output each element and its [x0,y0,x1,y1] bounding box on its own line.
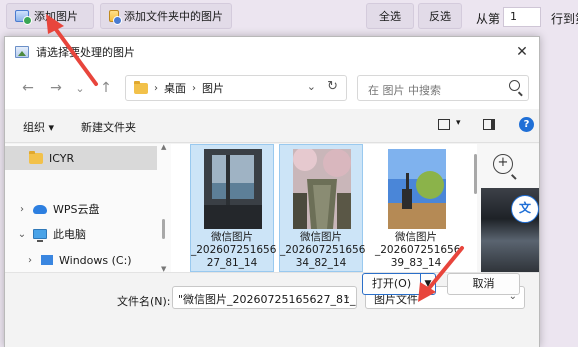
open-button-label[interactable]: 打开(O) [363,274,421,294]
filename-value: "微信图片_20260725165627_81_14 [178,293,357,306]
preview-pane-icon[interactable] [483,119,495,130]
to-row-label: 行到第 [551,12,578,26]
nav-pane-scrollbar[interactable]: ▲ ▼ [161,143,166,273]
nav-item-label: 此电脑 [53,228,86,241]
invert-selection-button[interactable]: 反选 [418,3,462,29]
computer-icon [33,229,47,242]
add-folder-label: 添加文件夹中的图片 [124,10,223,23]
nav-item-label: ICYR [49,151,75,165]
folder-icon [134,80,148,94]
from-row-label: 从第 [476,12,501,26]
file-list: 微信图片 _202607251656 27_81_14 微信图片 _202607… [171,144,477,272]
image-thumbnail [293,149,351,229]
translate-icon[interactable]: 文 [511,195,539,223]
search-placeholder: 在 图片 中搜索 [368,84,441,97]
filename-label: 文件名(N): [117,295,171,308]
address-dropdown-icon[interactable]: ⌄ [307,80,316,93]
file-tile[interactable]: 微信图片 _202607251656 27_81_14 [190,144,277,272]
help-icon[interactable]: ? [519,117,534,132]
file-name: 微信图片 _202607251656 39_83_14 [375,231,461,269]
address-bar[interactable]: › 桌面 › 图片 ⌄ ↻ [125,75,347,101]
image-thumbnail [204,149,262,229]
app-toolbar: 添加图片 添加文件夹中的图片 全选 反选 从第 1 行到第 [0,0,578,36]
zoom-in-icon[interactable]: + [493,154,513,174]
nav-item-label: Windows (C:) [59,253,132,267]
search-input[interactable]: 在 图片 中搜索 [357,75,529,101]
nav-item-wps-cloud[interactable]: › WPS云盘 [5,197,157,221]
recent-chevron-icon[interactable]: ⌄ [69,77,91,99]
command-bar: 组织 ▾ 新建文件夹 ▾ ? [5,109,539,143]
add-folder-icon [109,10,122,25]
organize-menu[interactable]: 组织 ▾ [23,119,54,135]
file-name: 微信图片 _202607251656 27_81_14 [191,231,277,269]
file-tile[interactable]: 微信图片 _202607251656 39_83_14 [374,144,461,272]
add-folder-images-button[interactable]: 添加文件夹中的图片 [100,3,232,29]
view-dropdown-icon[interactable]: ▾ [456,118,461,128]
collapse-chevron-icon[interactable]: ⌄ [17,229,27,240]
file-tile[interactable]: 微信图片 _202607251656 34_82_14 [279,144,366,272]
open-button[interactable]: 打开(O) ▼ [362,273,436,295]
open-dropdown-icon[interactable]: ▼ [421,274,435,294]
breadcrumb-desktop[interactable]: 桌面 [164,80,186,96]
back-arrow-icon[interactable]: ← [17,77,39,99]
up-arrow-icon[interactable]: ↑ [95,77,117,99]
breadcrumb-separator-icon: › [154,82,158,94]
select-all-button[interactable]: 全选 [366,3,414,29]
nav-item-icyr[interactable]: ICYR [5,146,157,170]
filename-input[interactable]: "微信图片_20260725165627_81_14 ⌄ [172,286,357,309]
close-button[interactable]: ✕ [505,37,539,67]
view-mode-icon[interactable] [438,119,450,130]
nav-item-label: WPS云盘 [53,203,100,216]
forward-arrow-icon[interactable]: → [45,77,67,99]
expand-chevron-icon[interactable]: › [25,255,35,266]
nav-item-this-pc[interactable]: ⌄ 此电脑 [5,222,157,246]
search-icon [509,80,520,91]
dialog-title: 请选择要处理的图片 [36,46,135,59]
file-name: 微信图片 _202607251656 34_82_14 [280,231,366,269]
navigation-pane: ICYR › WPS云盘 ⌄ 此电脑 › Windows (C:) [5,144,171,272]
add-images-label: 添加图片 [34,10,78,23]
filename-dropdown-icon[interactable]: ⌄ [343,291,351,302]
open-file-dialog: 请选择要处理的图片 ✕ ← → ⌄ ↑ › 桌面 › 图片 ⌄ ↻ 在 图片 中… [4,36,540,347]
refresh-icon[interactable]: ↻ [327,79,338,94]
scrollbar-thumb[interactable] [162,219,165,239]
picture-icon [15,46,29,58]
nav-item-windows-c[interactable]: › Windows (C:) [5,248,157,272]
dialog-titlebar: 请选择要处理的图片 ✕ [5,37,539,67]
folder-icon [29,150,43,164]
navigation-bar: ← → ⌄ ↑ › 桌面 › 图片 ⌄ ↻ 在 图片 中搜索 [5,67,539,109]
expand-chevron-icon[interactable]: › [17,204,27,215]
breadcrumb-pictures[interactable]: 图片 [202,80,224,96]
windows-drive-icon [41,255,53,265]
new-folder-button[interactable]: 新建文件夹 [81,119,136,135]
scroll-up-icon[interactable]: ▲ [161,143,166,151]
from-row-input[interactable]: 1 [503,7,541,27]
add-image-icon [15,10,32,25]
cloud-icon [33,204,47,214]
image-thumbnail [388,149,446,229]
add-images-button[interactable]: 添加图片 [6,3,94,29]
cancel-button[interactable]: 取消 [447,273,520,295]
breadcrumb-separator-icon: › [192,82,196,94]
